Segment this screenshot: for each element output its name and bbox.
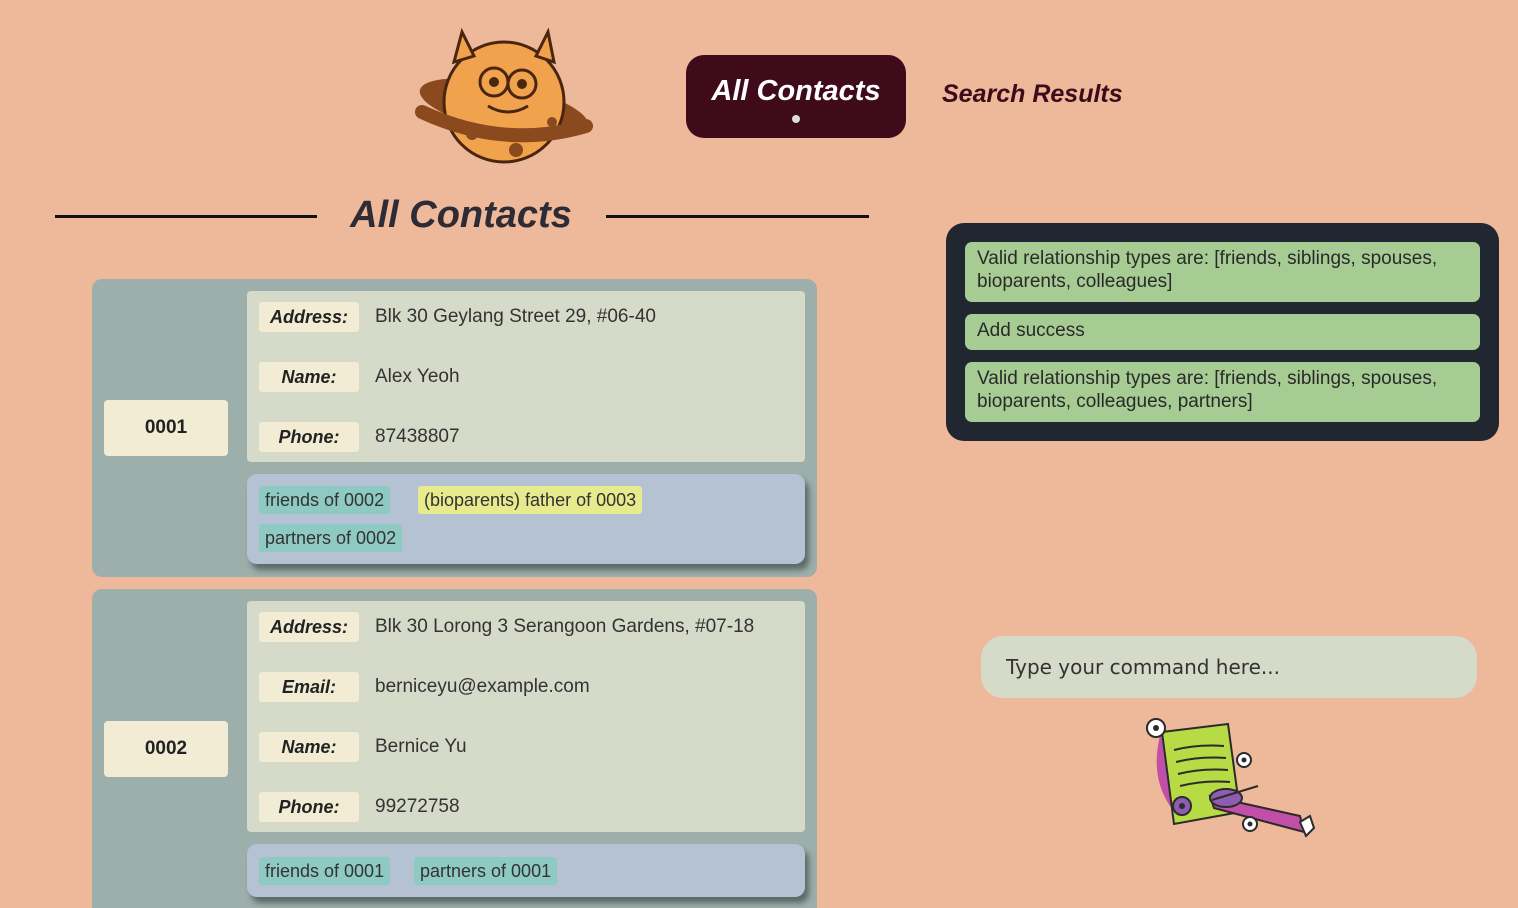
field-value: Bernice Yu [375, 736, 467, 757]
contact-fields: Address: Blk 30 Lorong 3 Serangoon Garde… [247, 601, 805, 832]
title-divider-left [55, 215, 317, 218]
field-row-address: Address: Blk 30 Lorong 3 Serangoon Garde… [259, 612, 805, 642]
field-value: 87438807 [375, 426, 460, 447]
relationship-list: friends of 0001 partners of 0001 [247, 844, 805, 897]
field-value: Blk 30 Geylang Street 29, #06-40 [375, 306, 656, 327]
relationship-tag: partners of 0002 [259, 524, 403, 552]
monster-writing-icon [1146, 718, 1316, 838]
tab-search-results[interactable]: Search Results [942, 80, 1123, 114]
field-label: Phone: [259, 422, 359, 452]
command-input[interactable] [981, 636, 1477, 698]
field-label: Address: [259, 612, 359, 642]
relationship-list: friends of 0002 (bioparents) father of 0… [247, 474, 805, 564]
field-row-address: Address: Blk 30 Geylang Street 29, #06-4… [259, 302, 805, 332]
field-row-phone: Phone: 99272758 [259, 792, 805, 822]
field-label: Name: [259, 732, 359, 762]
field-label: Name: [259, 362, 359, 392]
relationship-tag: partners of 0001 [414, 857, 558, 885]
contact-card[interactable]: 0002 Address: Blk 30 Lorong 3 Serangoon … [92, 589, 817, 908]
contact-id: 0001 [104, 400, 228, 456]
contact-fields: Address: Blk 30 Geylang Street 29, #06-4… [247, 291, 805, 462]
result-panel: Valid relationship types are: [friends, … [946, 223, 1499, 441]
title-divider-right [606, 215, 869, 218]
field-label: Phone: [259, 792, 359, 822]
relationship-tag: (bioparents) father of 0003 [418, 486, 643, 514]
result-message: Add success [965, 314, 1480, 350]
result-message: Valid relationship types are: [friends, … [965, 362, 1480, 422]
field-label: Address: [259, 302, 359, 332]
field-value: berniceyu@example.com [375, 676, 590, 697]
active-tab-indicator [792, 115, 800, 123]
field-row-name: Name: Alex Yeoh [259, 362, 805, 392]
contact-card[interactable]: 0001 Address: Blk 30 Geylang Street 29, … [92, 279, 817, 577]
result-message: Valid relationship types are: [friends, … [965, 242, 1480, 302]
field-row-name: Name: Bernice Yu [259, 732, 805, 762]
section-title: All Contacts [350, 194, 572, 236]
relationship-tag: friends of 0001 [259, 857, 391, 885]
relationship-tag: friends of 0002 [259, 486, 391, 514]
field-value: 99272758 [375, 796, 460, 817]
contact-id: 0002 [104, 721, 228, 777]
field-row-email: Email: berniceyu@example.com [259, 672, 805, 702]
field-value: Alex Yeoh [375, 366, 460, 387]
field-label: Email: [259, 672, 359, 702]
field-value: Blk 30 Lorong 3 Serangoon Gardens, #07-1… [375, 616, 755, 637]
planet-monster-icon [415, 27, 593, 164]
field-row-phone: Phone: 87438807 [259, 422, 805, 452]
tab-all-contacts-label: All Contacts [711, 75, 881, 107]
tab-all-contacts[interactable]: All Contacts [686, 55, 906, 138]
